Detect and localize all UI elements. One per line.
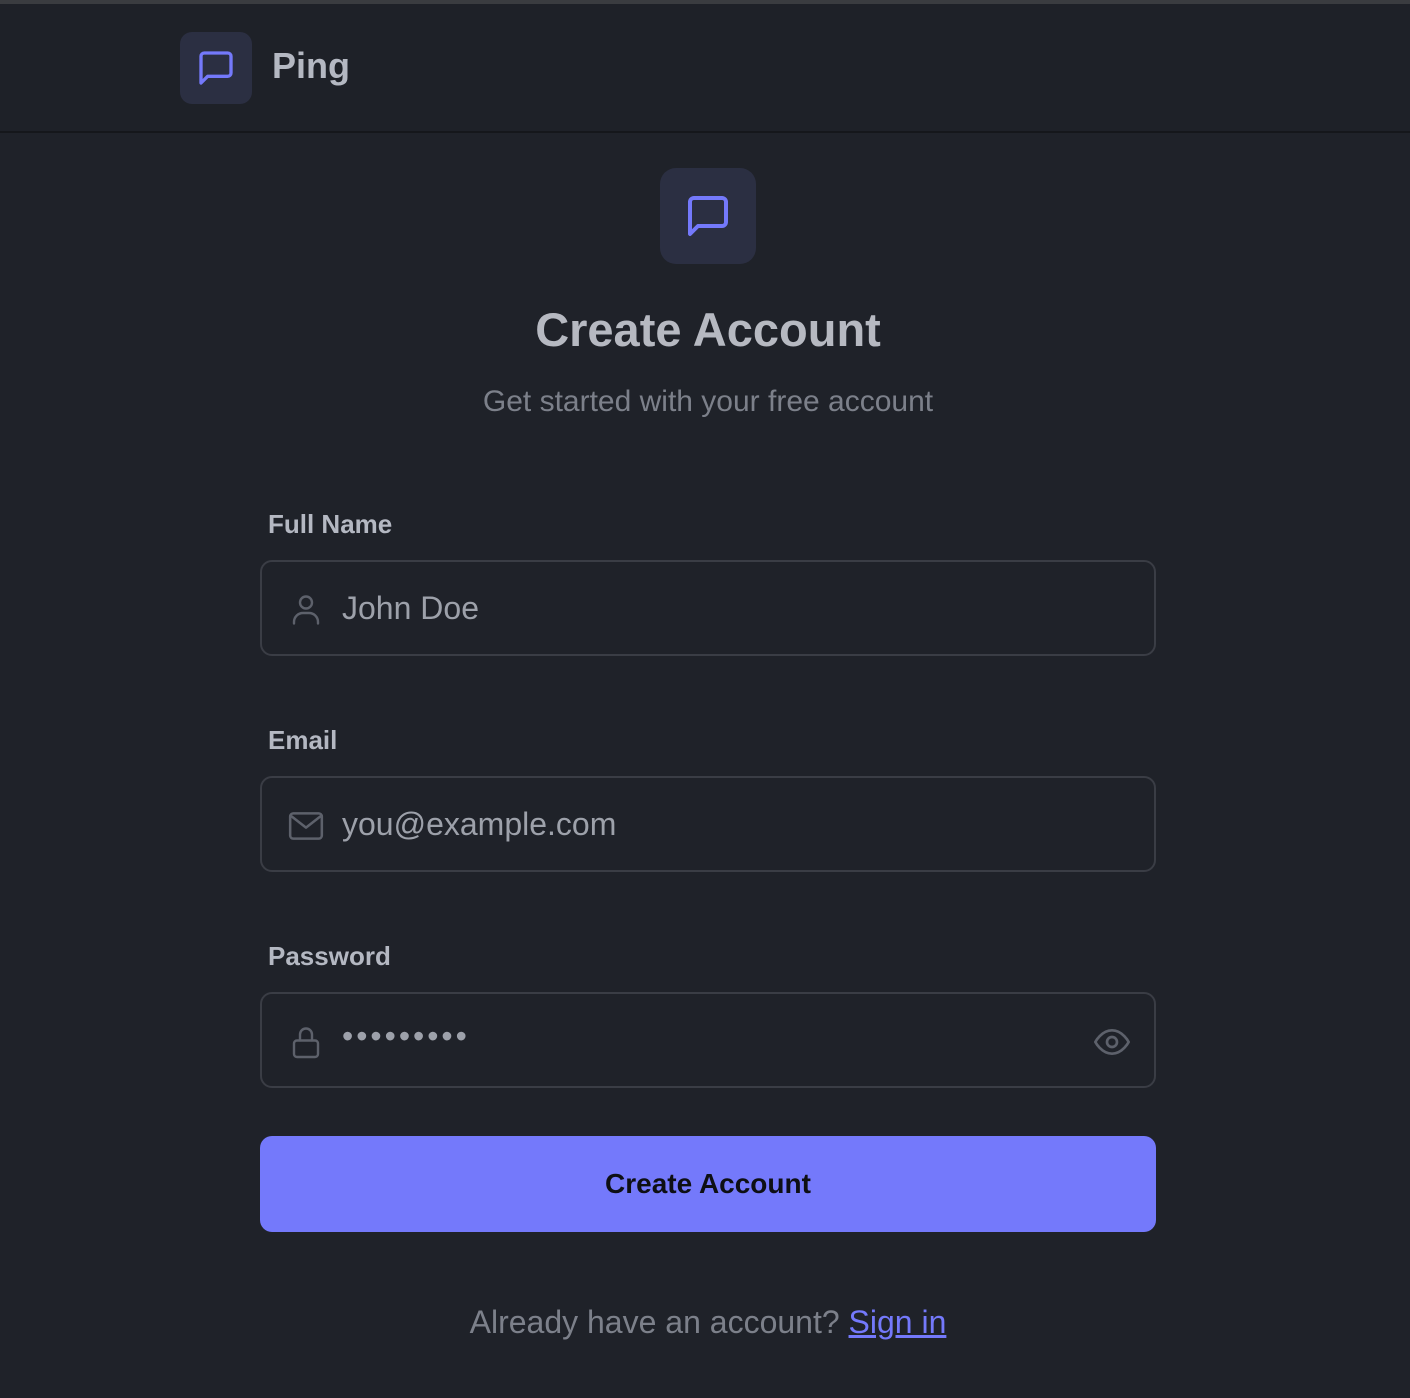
sign-in-link[interactable]: Sign in bbox=[849, 1304, 947, 1340]
full-name-label: Full Name bbox=[268, 509, 393, 539]
app-header: Ping bbox=[0, 4, 1410, 133]
password-field[interactable]: ••••••••• bbox=[260, 992, 1156, 1088]
signin-prompt-text: Already have an account? bbox=[469, 1304, 840, 1340]
message-square-icon bbox=[199, 51, 233, 85]
full-name-field[interactable]: John Doe bbox=[260, 560, 1156, 656]
page-subtitle: Get started with your free account bbox=[482, 385, 934, 418]
email-input[interactable]: you@example.com bbox=[342, 804, 616, 844]
user-icon bbox=[286, 590, 326, 630]
brand-logo[interactable] bbox=[180, 32, 252, 104]
create-account-button[interactable]: Create Account bbox=[260, 1136, 1156, 1232]
password-label: Password bbox=[268, 941, 391, 971]
hero-logo bbox=[660, 168, 756, 264]
email-label: Email bbox=[268, 725, 338, 755]
eye-icon[interactable] bbox=[1092, 1022, 1132, 1062]
mail-icon bbox=[286, 806, 326, 846]
page-title: Create Account bbox=[535, 303, 881, 356]
email-field[interactable]: you@example.com bbox=[260, 776, 1156, 872]
signin-prompt: Already have an account? Sign in bbox=[0, 1302, 1410, 1342]
password-input[interactable]: ••••••••• bbox=[342, 1016, 470, 1056]
brand-name[interactable]: Ping bbox=[272, 48, 350, 84]
lock-icon bbox=[286, 1022, 326, 1062]
full-name-input[interactable]: John Doe bbox=[342, 588, 479, 628]
message-square-icon bbox=[688, 196, 728, 236]
